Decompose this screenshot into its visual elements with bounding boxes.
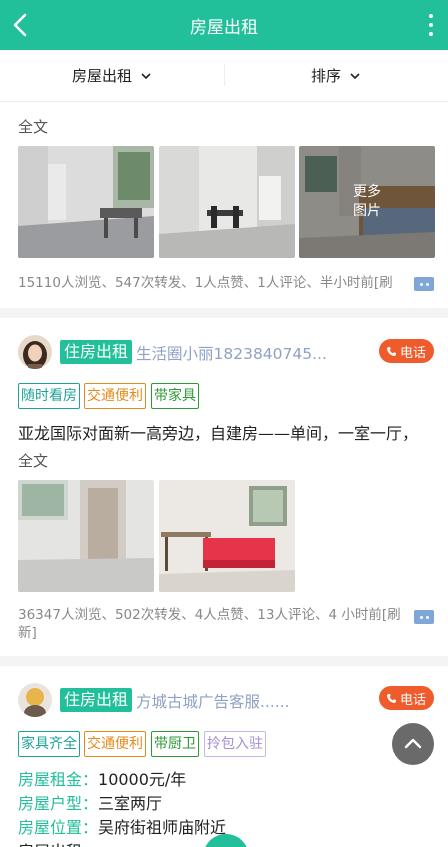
poster-name[interactable]: 方城古城广告客服...... (136, 690, 290, 712)
listing-photo[interactable] (18, 146, 154, 258)
app-screen: 房屋出租 房屋出租 排序 全文 更多 图片 15110人浏览、547次转发、1人… (0, 0, 448, 847)
detail-key: 房屋位置： (18, 818, 99, 837)
phone-icon (386, 693, 397, 703)
feature-tag: 交通便利 (84, 383, 146, 409)
feature-tag: 交通便利 (84, 731, 146, 757)
more-images-label-2: 图片 (353, 203, 381, 219)
listing-type-tag: 住房出租 (60, 340, 133, 364)
feature-tag: 带厨卫 (151, 731, 199, 757)
post-stats: 36347人浏览、502次转发、4人点赞、13人评论、4 小时前[刷 新] (18, 606, 418, 642)
detail-key: 房屋出租： (18, 842, 98, 847)
category-dropdown[interactable]: 房屋出租 (0, 50, 224, 101)
detail-rental: 房屋出租： (18, 838, 98, 847)
post-stats-line: 36347人浏览、502次转发、4人点赞、13人评论、4 小时前[刷 (18, 607, 401, 623)
call-button[interactable]: 电话 (378, 686, 434, 710)
detail-value: 三室两厅 (98, 794, 163, 813)
listing-photo[interactable] (159, 146, 295, 258)
post-stats-line: 新] (18, 625, 37, 641)
full-text-link[interactable]: 全文 (18, 450, 48, 471)
filter-divider (224, 64, 225, 86)
feature-tag: 拎包入驻 (204, 731, 266, 757)
call-button-label: 电话 (399, 692, 426, 708)
listing-description: 亚龙国际对面新一高旁边，自建房——单间，一室一厅， (18, 424, 419, 443)
sort-dropdown-label: 排序 (310, 67, 341, 85)
scroll-to-top-button[interactable] (392, 723, 434, 765)
listing-photo-more[interactable]: 更多 图片 (299, 146, 435, 258)
more-actions-icon[interactable] (414, 610, 434, 624)
avatar[interactable] (18, 335, 52, 369)
feature-tag: 随时看房 (18, 383, 80, 409)
chevron-down-icon (141, 72, 151, 79)
phone-icon (386, 346, 397, 356)
post-separator (0, 656, 448, 666)
chevron-up-icon (404, 738, 422, 749)
detail-location: 房屋位置：吴府街祖师庙附近 (18, 814, 226, 838)
more-actions-icon[interactable] (414, 277, 434, 291)
post-stats: 15110人浏览、547次转发、1人点赞、1人评论、半小时前[刷 (18, 275, 393, 291)
chevron-down-icon (350, 72, 360, 79)
app-header: 房屋出租 (0, 0, 448, 50)
poster-name[interactable]: 生活圈小丽1823840745... (136, 342, 327, 364)
feature-tag: 家具齐全 (18, 731, 80, 757)
listing-photo[interactable] (18, 480, 154, 592)
more-images-overlay: 更多 图片 (299, 146, 435, 258)
feature-tag: 带家具 (151, 383, 199, 409)
detail-key: 房屋租金： (18, 770, 99, 789)
filter-bar: 房屋出租 排序 (0, 50, 448, 102)
call-button-label: 电话 (399, 345, 426, 361)
post-separator (0, 308, 448, 318)
category-dropdown-label: 房屋出租 (71, 67, 132, 85)
full-text-link[interactable]: 全文 (18, 116, 48, 137)
sort-dropdown[interactable]: 排序 (224, 50, 448, 101)
more-options-icon[interactable] (428, 14, 434, 36)
listing-type-tag: 住房出租 (60, 688, 133, 712)
call-button[interactable]: 电话 (378, 339, 434, 363)
detail-layout: 房屋户型：三室两厅 (18, 790, 162, 814)
detail-value: 10000元/年 (98, 770, 187, 789)
avatar[interactable] (18, 683, 52, 717)
detail-key: 房屋户型： (18, 794, 99, 813)
detail-value: 吴府街祖师庙附近 (98, 818, 227, 837)
more-images-label-1: 更多 (353, 184, 381, 200)
detail-rent: 房屋租金：10000元/年 (18, 766, 186, 790)
back-arrow-icon[interactable] (6, 9, 36, 41)
listing-photo[interactable] (159, 480, 295, 592)
page-title: 房屋出租 (190, 17, 258, 38)
